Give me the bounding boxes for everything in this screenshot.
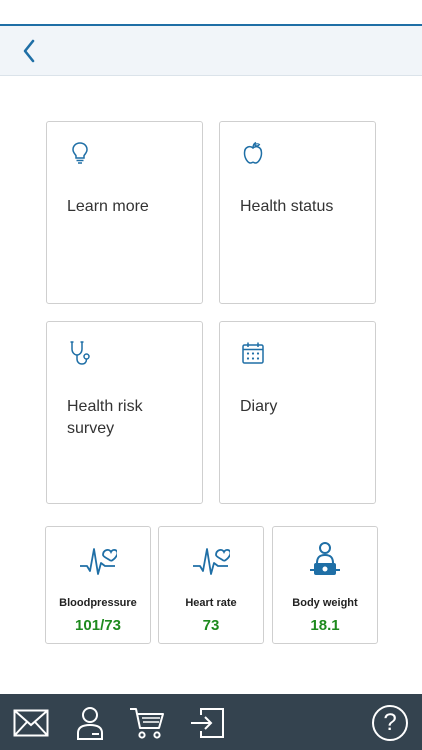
tile-diary[interactable]: Diary [219, 321, 376, 504]
metric-value: 73 [202, 617, 220, 634]
logout-button[interactable] [188, 704, 226, 742]
bottom-tab-bar: ? [0, 694, 422, 750]
metric-label: Heart rate [185, 597, 237, 609]
back-button[interactable] [14, 36, 44, 66]
metric-label: Body weight [292, 597, 358, 609]
metric-body-weight[interactable]: Body weight 18.1 [272, 526, 378, 644]
metric-value: 18.1 [310, 617, 340, 634]
tile-learn-more[interactable]: Learn more [46, 121, 203, 304]
profile-button[interactable] [71, 704, 109, 742]
tile-label: Diary [240, 398, 278, 415]
calendar-icon [242, 342, 264, 364]
apple-icon [243, 141, 263, 164]
header-bar [0, 26, 422, 76]
tile-label: Health risk survey [67, 398, 143, 437]
metric-heart-rate[interactable]: Heart rate 73 [158, 526, 264, 644]
help-label: ? [383, 709, 397, 736]
lightbulb-icon [72, 142, 88, 164]
heart-pulse-icon [80, 548, 117, 575]
heart-pulse-icon [193, 548, 230, 575]
profile-icon [77, 707, 103, 740]
logout-icon [191, 708, 224, 738]
mail-button[interactable] [12, 704, 50, 742]
metric-label: Bloodpressure [59, 597, 137, 609]
mail-icon [13, 709, 49, 737]
help-button[interactable]: ? [371, 704, 409, 742]
metric-bloodpressure[interactable]: Bloodpressure 101/73 [45, 526, 151, 644]
metric-value: 101/73 [75, 617, 121, 634]
person-scale-icon [310, 542, 340, 575]
help-icon: ? [372, 705, 408, 741]
chevron-left-icon [23, 39, 35, 63]
tile-label: Health status [240, 198, 334, 215]
cart-button[interactable] [128, 704, 166, 742]
tile-health-risk-survey[interactable]: Health risk survey [46, 321, 203, 504]
tile-label: Learn more [67, 198, 149, 215]
tile-health-status[interactable]: Health status [219, 121, 376, 304]
stethoscope-icon [70, 341, 90, 365]
cart-icon [130, 708, 164, 739]
